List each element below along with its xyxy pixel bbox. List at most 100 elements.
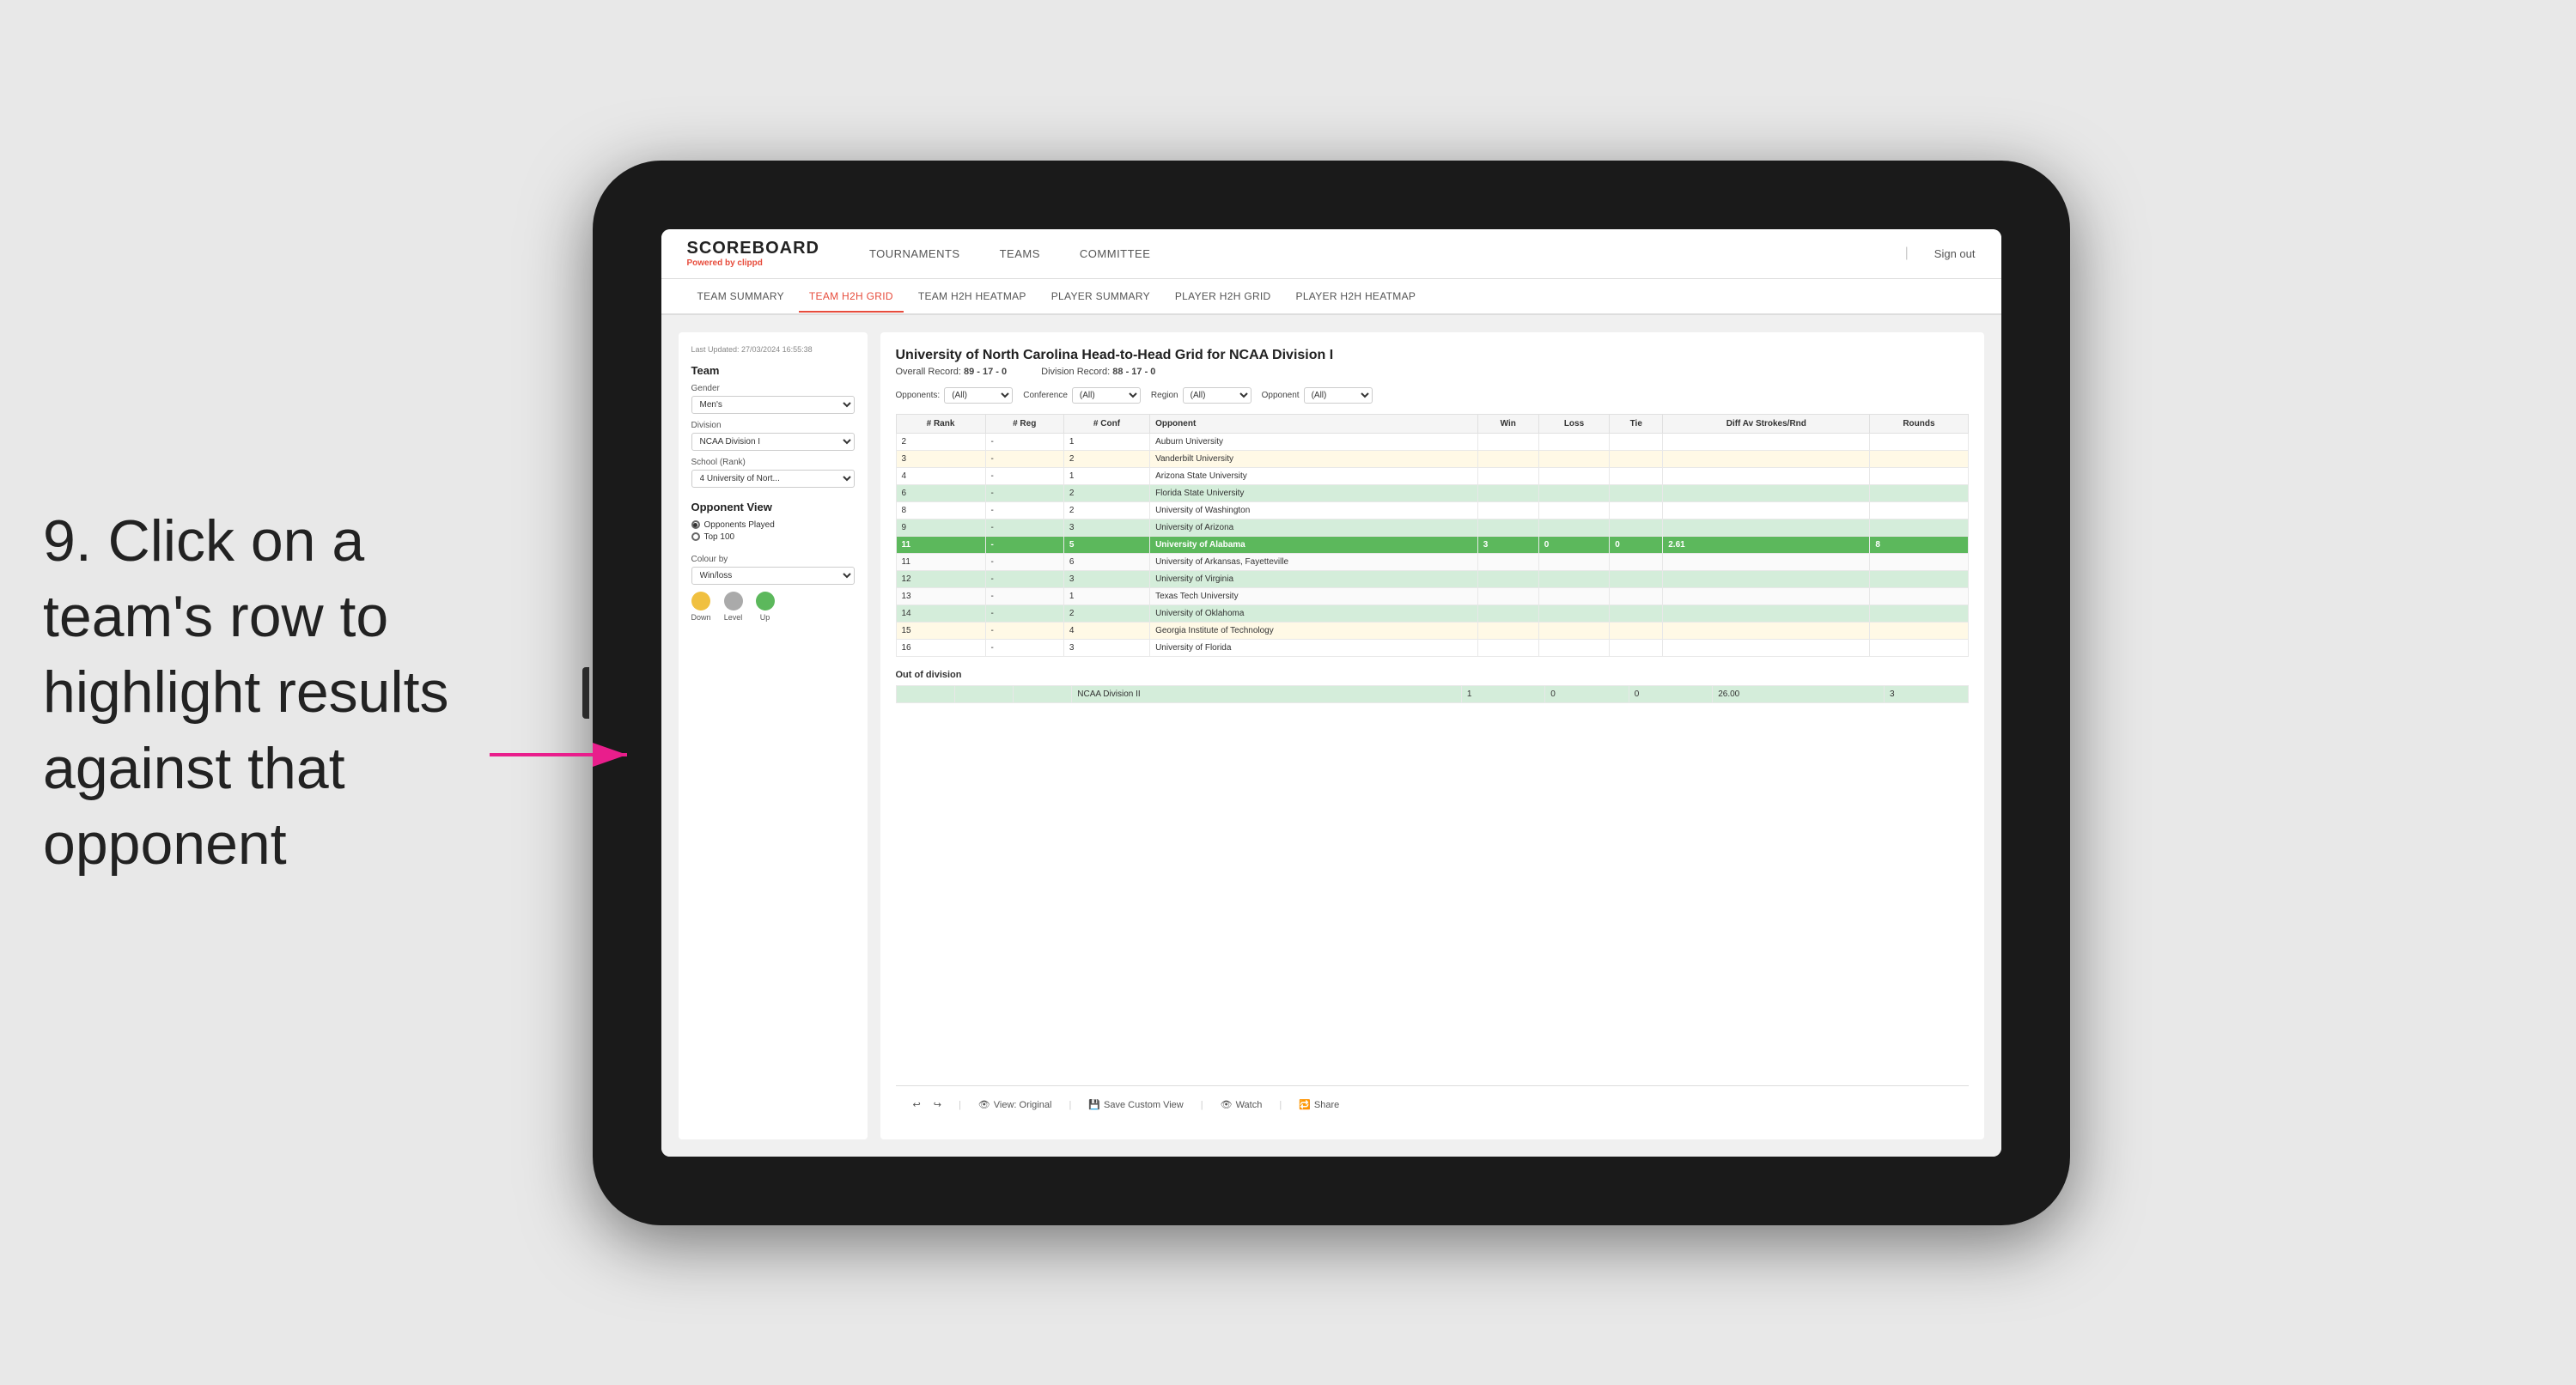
- cell-value: [1663, 484, 1870, 501]
- logo-area: SCOREBOARD Powered by clippd: [687, 239, 819, 268]
- top-100-radio[interactable]: Top 100: [691, 532, 855, 542]
- cell-value: 2: [1063, 484, 1149, 501]
- conference-filter: Conference (All): [1023, 387, 1141, 404]
- share-btn[interactable]: 🔁 Share: [1299, 1099, 1339, 1110]
- cell-value: 13: [896, 587, 985, 604]
- legend-up-dot: [756, 592, 775, 610]
- sub-nav-player-h2h-heatmap[interactable]: PLAYER H2H HEATMAP: [1286, 282, 1427, 313]
- ood-label: NCAA Division II: [1072, 685, 1462, 702]
- table-header-row: # Rank # Reg # Conf Opponent Win Loss Ti…: [896, 414, 1968, 433]
- table-row[interactable]: 11-5University of Alabama3002.618: [896, 536, 1968, 553]
- cell-value: -: [985, 501, 1063, 519]
- table-row[interactable]: 8-2University of Washington: [896, 501, 1968, 519]
- cell-value: [1870, 553, 1968, 570]
- cell-value: 11: [896, 553, 985, 570]
- col-tie: Tie: [1610, 414, 1663, 433]
- cell-value: [1663, 501, 1870, 519]
- conference-filter-label: Conference: [1023, 391, 1068, 400]
- cell-value: 8: [1870, 536, 1968, 553]
- cell-value: [1610, 587, 1663, 604]
- cell-value: [1870, 433, 1968, 450]
- out-of-division-row[interactable]: NCAA Division II 1 0 0 26.00 3: [896, 685, 1968, 702]
- opponent-name: University of Arizona: [1150, 519, 1478, 536]
- cell-value: [1538, 433, 1610, 450]
- cell-value: [1477, 639, 1538, 656]
- opponent-name: University of Oklahoma: [1150, 604, 1478, 622]
- share-icon: 🔁: [1299, 1099, 1311, 1110]
- cell-value: [1870, 570, 1968, 587]
- save-custom-btn[interactable]: 💾 Save Custom View: [1088, 1099, 1183, 1110]
- tablet-device: SCOREBOARD Powered by clippd TOURNAMENTS…: [593, 161, 2070, 1225]
- opponents-filter-select[interactable]: (All): [944, 387, 1013, 404]
- division-select[interactable]: NCAA Division I: [691, 433, 855, 451]
- sidebar-team-title: Team: [691, 364, 855, 377]
- instruction-step: 9.: [43, 508, 92, 574]
- col-diff: Diff Av Strokes/Rnd: [1663, 414, 1870, 433]
- cell-value: -: [985, 622, 1063, 639]
- cell-value: [1870, 519, 1968, 536]
- undo-icon[interactable]: ↩: [913, 1099, 921, 1110]
- cell-value: 2: [1063, 450, 1149, 467]
- opponent-name: University of Arkansas, Fayetteville: [1150, 553, 1478, 570]
- opponent-filter-select[interactable]: (All): [1304, 387, 1373, 404]
- watch-btn[interactable]: 👁 Watch: [1221, 1099, 1263, 1110]
- table-row[interactable]: 9-3University of Arizona: [896, 519, 1968, 536]
- opponents-played-radio[interactable]: Opponents Played: [691, 520, 855, 530]
- sub-nav-team-h2h-grid[interactable]: TEAM H2H GRID: [799, 282, 904, 313]
- legend-level-label: Level: [724, 613, 743, 622]
- toolbar-sep-3: |: [1201, 1100, 1203, 1110]
- region-filter-select[interactable]: (All): [1183, 387, 1251, 404]
- opponent-filter: Opponent (All): [1262, 387, 1373, 404]
- cell-value: 6: [1063, 553, 1149, 570]
- table-row[interactable]: 3-2Vanderbilt University: [896, 450, 1968, 467]
- table-row[interactable]: 13-1Texas Tech University: [896, 587, 1968, 604]
- sidebar-gender-label: Gender: [691, 384, 855, 393]
- cell-value: [1538, 484, 1610, 501]
- cell-value: -: [985, 484, 1063, 501]
- cell-value: [1610, 570, 1663, 587]
- legend-down: Down: [691, 592, 711, 622]
- sub-nav-team-summary[interactable]: TEAM SUMMARY: [687, 282, 795, 313]
- toolbar-view-btn[interactable]: 👁 View: Original: [978, 1099, 1052, 1110]
- sub-nav-player-h2h-grid[interactable]: PLAYER H2H GRID: [1165, 282, 1282, 313]
- legend-down-dot: [691, 592, 710, 610]
- table-row[interactable]: 11-6University of Arkansas, Fayetteville: [896, 553, 1968, 570]
- cell-value: [1538, 622, 1610, 639]
- opponent-filter-label: Opponent: [1262, 391, 1300, 400]
- cell-value: [1477, 553, 1538, 570]
- col-conf: # Conf: [1063, 414, 1149, 433]
- table-row[interactable]: 4-1Arizona State University: [896, 467, 1968, 484]
- table-row[interactable]: 16-3University of Florida: [896, 639, 1968, 656]
- colour-by-select[interactable]: Win/loss: [691, 567, 855, 585]
- sub-nav-team-h2h-heatmap[interactable]: TEAM H2H HEATMAP: [908, 282, 1037, 313]
- col-reg: # Reg: [985, 414, 1063, 433]
- cell-value: [1477, 604, 1538, 622]
- cell-value: [1610, 433, 1663, 450]
- table-row[interactable]: 14-2University of Oklahoma: [896, 604, 1968, 622]
- cell-value: [1477, 433, 1538, 450]
- cell-value: -: [985, 519, 1063, 536]
- table-row[interactable]: 2-1Auburn University: [896, 433, 1968, 450]
- cell-value: -: [985, 467, 1063, 484]
- nav-committee[interactable]: COMMITTEE: [1073, 243, 1158, 264]
- table-row[interactable]: 12-3University of Virginia: [896, 570, 1968, 587]
- out-of-division-table: NCAA Division II 1 0 0 26.00 3: [896, 685, 1969, 703]
- opponent-name: Auburn University: [1150, 433, 1478, 450]
- nav-teams[interactable]: TEAMS: [993, 243, 1047, 264]
- logo-powered: Powered by clippd: [687, 258, 819, 268]
- table-row[interactable]: 15-4Georgia Institute of Technology: [896, 622, 1968, 639]
- cell-value: 0: [1538, 536, 1610, 553]
- conference-filter-select[interactable]: (All): [1072, 387, 1141, 404]
- sign-out-button[interactable]: Sign out: [1934, 247, 1976, 260]
- school-select[interactable]: 4 University of Nort...: [691, 470, 855, 488]
- cell-value: 4: [1063, 622, 1149, 639]
- col-opponent: Opponent: [1150, 414, 1478, 433]
- nav-tournaments[interactable]: TOURNAMENTS: [862, 243, 967, 264]
- save-icon: 💾: [1088, 1099, 1100, 1110]
- sub-nav-player-summary[interactable]: PLAYER SUMMARY: [1041, 282, 1160, 313]
- cell-value: 5: [1063, 536, 1149, 553]
- cell-value: -: [985, 639, 1063, 656]
- table-row[interactable]: 6-2Florida State University: [896, 484, 1968, 501]
- redo-icon[interactable]: ↪: [934, 1099, 941, 1110]
- gender-select[interactable]: Men's: [691, 396, 855, 414]
